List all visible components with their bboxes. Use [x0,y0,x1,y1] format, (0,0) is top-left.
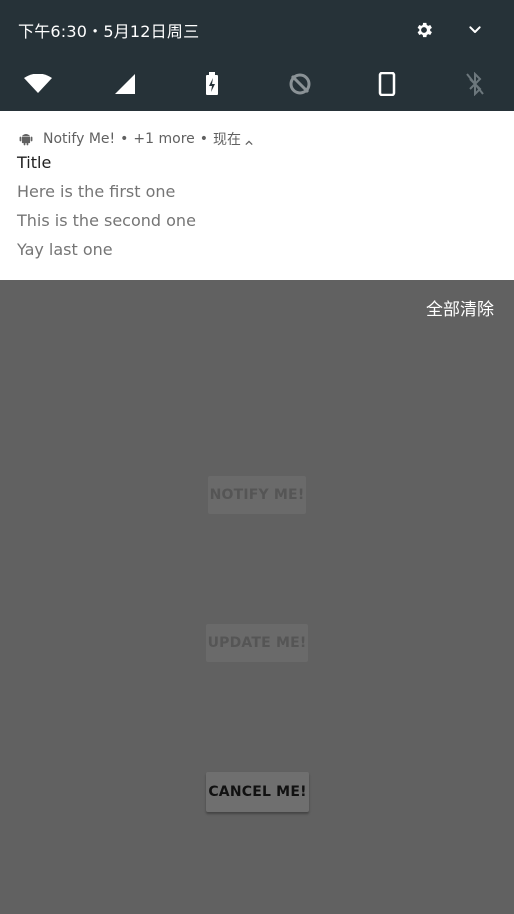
chevron-down-icon[interactable] [463,18,487,42]
notification-line: Yay last one [17,240,113,259]
date-time: 下午6:30・5月12日周三 [18,22,200,41]
data-saver-off-icon[interactable] [286,70,314,98]
notification-line: Here is the first one [17,182,176,201]
app-name: Notify Me! [43,131,116,147]
notification-header: Notify Me! • +1 more • 现在 [18,129,253,149]
separator-dot: • [120,131,129,147]
rotation-lock-icon[interactable] [373,70,401,98]
cancel-me-button[interactable]: CANCEL ME! [206,772,309,812]
wifi-icon[interactable] [24,70,52,98]
bluetooth-off-icon[interactable] [461,70,489,98]
notification-line: This is the second one [17,211,196,230]
notification-shade-header: 下午6:30・5月12日周三 [0,0,514,111]
clear-all-button[interactable]: 全部清除 [426,295,494,320]
update-me-button[interactable]: UPDATE ME! [206,624,308,662]
gear-icon[interactable] [412,18,436,42]
notification-time: 现在 [213,132,242,148]
notify-me-button[interactable]: NOTIFY ME! [208,476,306,514]
cellular-signal-icon[interactable] [111,70,139,98]
more-count: +1 more [133,131,195,147]
chevron-up-icon[interactable] [245,135,253,146]
separator-dot: • [199,131,209,147]
quick-settings-row [0,64,514,100]
android-icon [18,131,34,147]
notification-title: Title [17,153,52,172]
battery-charging-icon[interactable] [199,70,227,98]
notification-card[interactable]: Notify Me! • +1 more • 现在 Title Here is … [0,111,514,280]
